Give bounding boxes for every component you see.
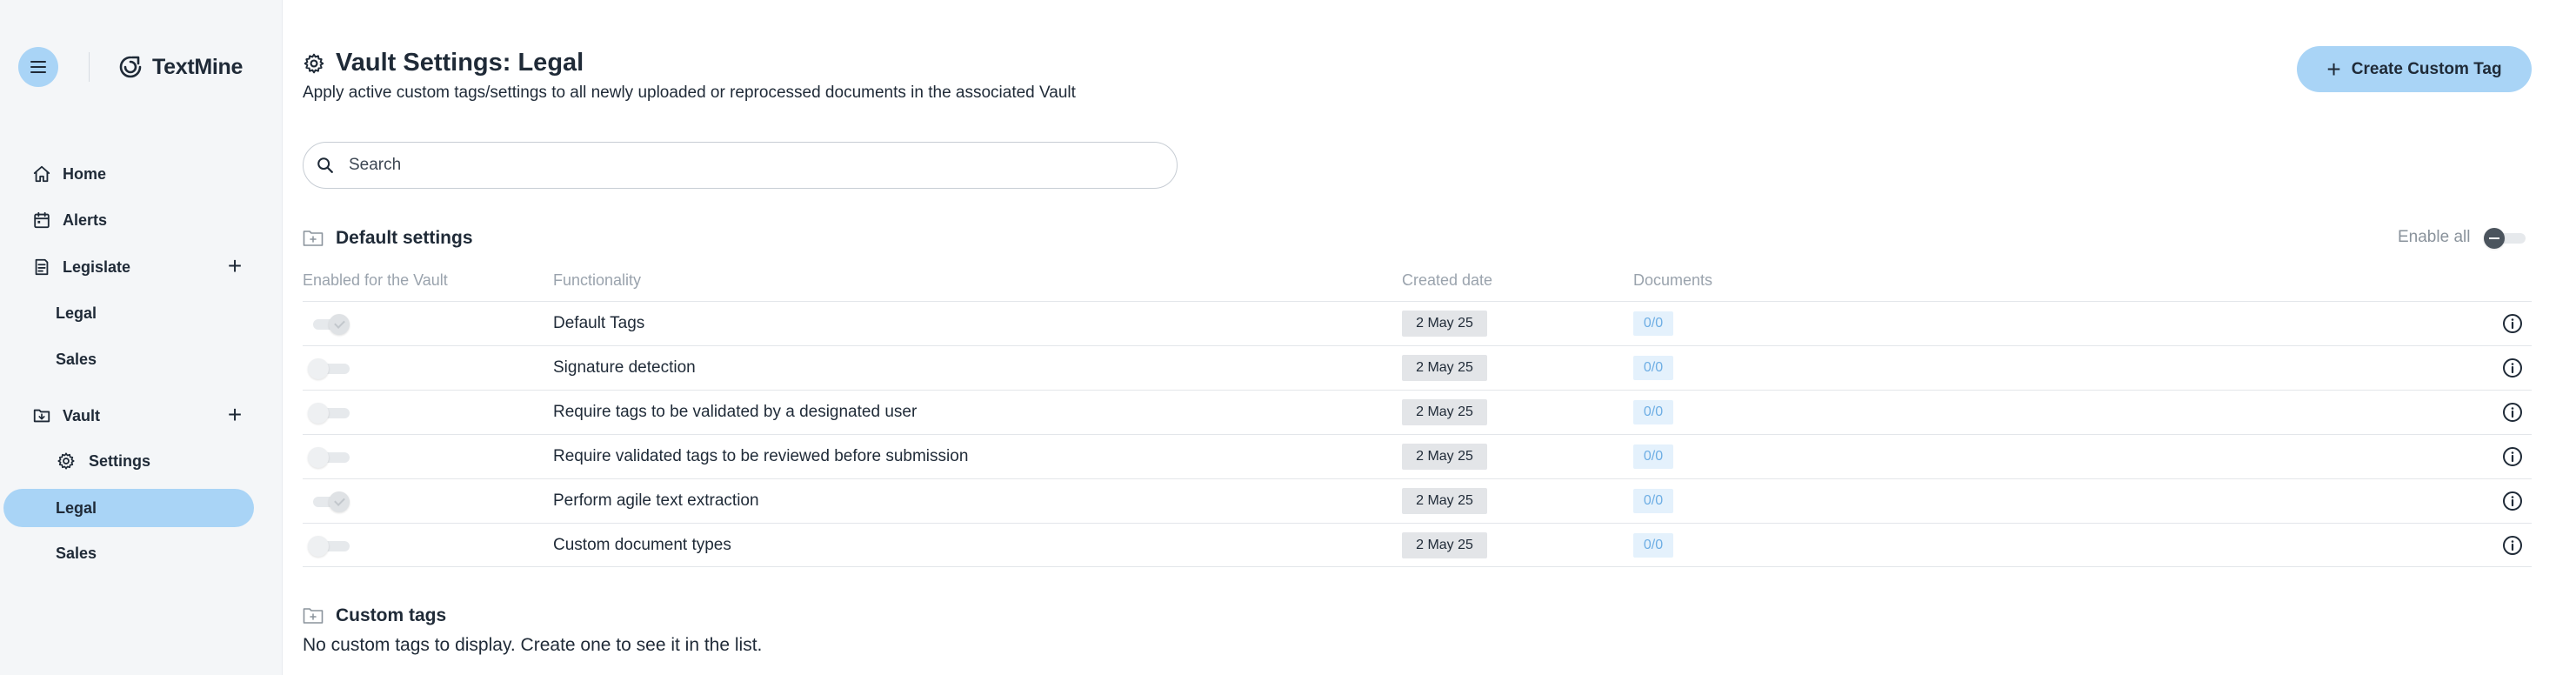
sidebar-item-label: Legal <box>56 304 97 322</box>
default-settings-header: Default settings <box>303 228 473 249</box>
search-input[interactable] <box>349 151 1131 179</box>
column-header-functionality: Functionality <box>553 271 642 289</box>
create-custom-tag-button[interactable]: + Create Custom Tag <box>2297 46 2532 92</box>
enable-all-control: Enable all <box>2398 228 2526 249</box>
folder-icon <box>303 608 324 624</box>
column-header-documents: Documents <box>1633 271 1713 289</box>
sidebar-item-label: Alerts <box>63 211 108 229</box>
table-row: Require validated tags to be reviewed be… <box>303 434 2532 478</box>
table-row: Require tags to be validated by a design… <box>303 390 2532 434</box>
default-settings-title: Default settings <box>336 228 473 248</box>
main-content: Vault Settings: Legal Apply active custo… <box>283 0 2576 675</box>
row-documents-count: 0/0 <box>1633 533 1673 558</box>
row-created-date: 2 May 25 <box>1402 488 1487 514</box>
home-icon <box>31 164 52 184</box>
row-enabled-toggle[interactable] <box>308 403 350 424</box>
calendar-icon <box>31 210 52 231</box>
info-icon[interactable] <box>2502 313 2523 334</box>
table-row: Perform agile text extraction 2 May 25 0… <box>303 478 2532 523</box>
plus-icon: + <box>2326 55 2341 83</box>
row-functionality: Default Tags <box>553 314 645 332</box>
sidebar-item-label: Home <box>63 164 107 183</box>
gear-icon <box>56 451 77 471</box>
info-icon[interactable] <box>2502 446 2523 467</box>
sidebar-subitem-legislate-legal[interactable]: Legal <box>0 294 283 332</box>
add-legislate-icon[interactable]: + <box>224 254 245 278</box>
row-documents-count: 0/0 <box>1633 400 1673 424</box>
row-documents-count: 0/0 <box>1633 444 1673 469</box>
row-created-date: 2 May 25 <box>1402 399 1487 425</box>
sidebar: TextMine Home Alerts Legislate + Legal S… <box>0 0 283 675</box>
sidebar-item-label: Legislate <box>63 257 131 276</box>
sidebar-item-label: Vault <box>63 406 101 424</box>
logo-divider <box>89 52 90 82</box>
page-subtitle: Apply active custom tags/settings to all… <box>303 84 1076 102</box>
row-documents-count: 0/0 <box>1633 311 1673 336</box>
info-icon[interactable] <box>2502 402 2523 423</box>
add-vault-icon[interactable]: + <box>224 403 245 427</box>
row-created-date: 2 May 25 <box>1402 355 1487 381</box>
enable-all-toggle[interactable] <box>2484 228 2526 249</box>
folder-icon <box>303 231 324 246</box>
table-row: Default Tags 2 May 25 0/0 <box>303 301 2532 345</box>
row-functionality: Require validated tags to be reviewed be… <box>553 447 969 465</box>
sidebar-item-home[interactable]: Home <box>0 155 283 193</box>
create-custom-tag-label: Create Custom Tag <box>2351 59 2502 78</box>
menu-toggle-button[interactable] <box>18 47 58 87</box>
column-header-created-date: Created date <box>1402 271 1493 289</box>
row-enabled-toggle[interactable] <box>308 536 350 557</box>
sidebar-subitem-legislate-sales[interactable]: Sales <box>0 340 283 378</box>
row-documents-count: 0/0 <box>1633 356 1673 380</box>
sidebar-subitem-vault-legal[interactable]: Legal <box>3 489 254 527</box>
row-enabled-toggle[interactable] <box>308 491 350 512</box>
row-documents-count: 0/0 <box>1633 489 1673 513</box>
app-logo[interactable]: TextMine <box>117 54 243 80</box>
gear-icon <box>304 53 324 73</box>
hamburger-icon <box>30 61 46 72</box>
sidebar-item-alerts[interactable]: Alerts <box>0 201 283 239</box>
search-icon <box>317 157 333 173</box>
row-enabled-toggle[interactable] <box>308 358 350 379</box>
sidebar-item-vault[interactable]: Vault + <box>0 397 283 435</box>
enable-all-label: Enable all <box>2398 228 2471 246</box>
row-created-date: 2 May 25 <box>1402 444 1487 470</box>
custom-tags-empty-message: No custom tags to display. Create one to… <box>303 635 763 655</box>
row-created-date: 2 May 25 <box>1402 311 1487 337</box>
sidebar-item-label: Legal <box>56 498 97 517</box>
sidebar-subitem-vault-sales[interactable]: Sales <box>0 534 283 572</box>
column-header-enabled: Enabled for the Vault <box>303 271 448 289</box>
row-enabled-toggle[interactable] <box>308 447 350 468</box>
info-icon[interactable] <box>2502 535 2523 556</box>
row-functionality: Signature detection <box>553 358 696 377</box>
page-title: Vault Settings: Legal <box>303 49 584 77</box>
table-row: Signature detection 2 May 25 0/0 <box>303 345 2532 390</box>
row-enabled-toggle[interactable] <box>308 314 350 335</box>
row-functionality: Custom document types <box>553 536 731 554</box>
default-settings-table: Default Tags 2 May 25 0/0 Signature dete… <box>303 301 2532 567</box>
table-row: Custom document types 2 May 25 0/0 <box>303 523 2532 567</box>
row-created-date: 2 May 25 <box>1402 532 1487 558</box>
info-icon[interactable] <box>2502 358 2523 378</box>
textmine-logo-icon <box>119 56 142 78</box>
custom-tags-title: Custom tags <box>336 605 447 625</box>
info-icon[interactable] <box>2502 491 2523 511</box>
sidebar-item-label: Sales <box>56 350 97 368</box>
search-bar[interactable] <box>303 142 1178 189</box>
folder-icon <box>31 405 52 426</box>
document-icon <box>31 257 52 277</box>
sidebar-item-label: Sales <box>56 544 97 562</box>
sidebar-item-label: Settings <box>89 451 151 470</box>
app-name: TextMine <box>152 54 244 79</box>
page-title-text: Vault Settings: Legal <box>336 49 584 77</box>
sidebar-item-legislate[interactable]: Legislate + <box>0 248 283 286</box>
row-functionality: Perform agile text extraction <box>553 491 759 510</box>
sidebar-subitem-vault-settings[interactable]: Settings <box>0 442 283 480</box>
row-functionality: Require tags to be validated by a design… <box>553 403 918 421</box>
custom-tags-header: Custom tags <box>303 605 446 626</box>
